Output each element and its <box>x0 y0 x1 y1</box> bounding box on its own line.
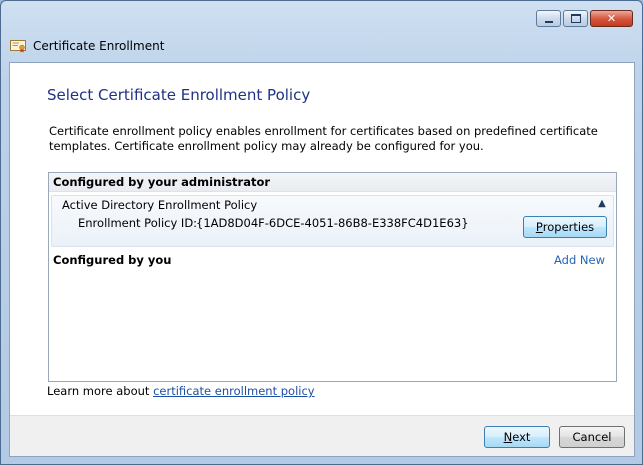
policy-item-active-directory[interactable]: Active Directory Enrollment Policy ▲ Enr… <box>51 195 614 247</box>
policy-list: Configured by your administrator Active … <box>48 172 617 382</box>
minimize-icon <box>544 20 553 23</box>
chevron-up-icon[interactable]: ▲ <box>595 198 609 210</box>
cancel-button[interactable]: Cancel <box>559 426 625 448</box>
policy-name: Active Directory Enrollment Policy <box>62 198 258 212</box>
wizard-client-area: Select Certificate Enrollment Policy Cer… <box>9 62 635 457</box>
page-title: Select Certificate Enrollment Policy <box>47 86 311 104</box>
learn-more-text: Learn more about certificate enrollment … <box>47 384 315 398</box>
learn-more-link[interactable]: certificate enrollment policy <box>153 384 315 398</box>
minimize-button[interactable] <box>536 10 561 27</box>
window-title: Certificate Enrollment <box>33 39 165 53</box>
properties-button[interactable]: Properties <box>523 216 607 238</box>
add-new-link[interactable]: Add New <box>554 253 605 267</box>
dialog-window: ✕ Certificate Enrollment Select Certific… <box>0 0 643 465</box>
close-icon: ✕ <box>606 12 617 25</box>
close-button[interactable]: ✕ <box>590 10 633 27</box>
maximize-icon <box>570 14 581 23</box>
next-button[interactable]: Next <box>484 426 550 448</box>
page-description: Certificate enrollment policy enables en… <box>49 124 598 153</box>
user-group-header: Configured by you Add New <box>49 253 616 269</box>
wizard-footer: Next Cancel <box>10 415 634 456</box>
maximize-button[interactable] <box>563 10 588 27</box>
policy-id-value: {1AD8D04F-6DCE-4051-86B8-E338FC4D1E63} <box>196 216 469 230</box>
user-group-label: Configured by you <box>53 253 172 267</box>
title-bar: Certificate Enrollment <box>10 38 164 54</box>
caption-buttons: ✕ <box>536 10 633 27</box>
admin-group-header: Configured by your administrator <box>49 173 616 192</box>
policy-id-label: Enrollment Policy ID: <box>78 216 198 230</box>
learn-more-prefix: Learn more about <box>47 384 154 398</box>
certificate-icon <box>10 39 26 52</box>
